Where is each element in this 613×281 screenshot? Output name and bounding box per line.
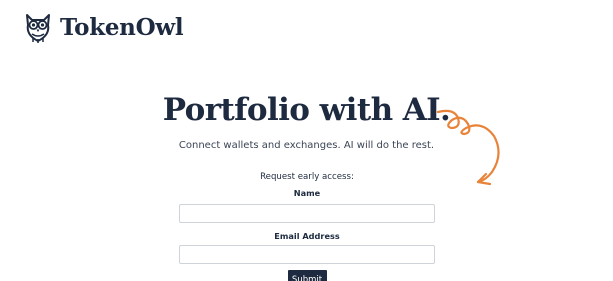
name-label: Name [293, 188, 321, 198]
email-label: Email Address [274, 231, 340, 241]
form-lead: Request early access: [260, 172, 354, 182]
hero-title-first-word: Portfolio [162, 92, 310, 128]
brand-name[interactable]: TokenOwl [60, 14, 184, 41]
hero-section: Portfolio with AI. Connect wallets and e… [0, 88, 613, 151]
hero-subtitle: Connect wallets and exchanges. AI will d… [178, 140, 435, 151]
early-access-form: Request early access: Name Email Address… [179, 171, 435, 281]
hero-title: Portfolio with AI. [158, 88, 451, 132]
site-header: TokenOwl [24, 10, 184, 44]
hero-title-rest: with AI. [309, 92, 451, 128]
submit-button[interactable]: Submit [287, 270, 327, 281]
owl-icon[interactable] [24, 11, 52, 43]
squiggle-arrow-icon [436, 109, 500, 186]
hero-title-highlight: Portfolio [158, 88, 310, 132]
name-field[interactable] [179, 204, 435, 223]
email-field[interactable] [179, 245, 435, 264]
